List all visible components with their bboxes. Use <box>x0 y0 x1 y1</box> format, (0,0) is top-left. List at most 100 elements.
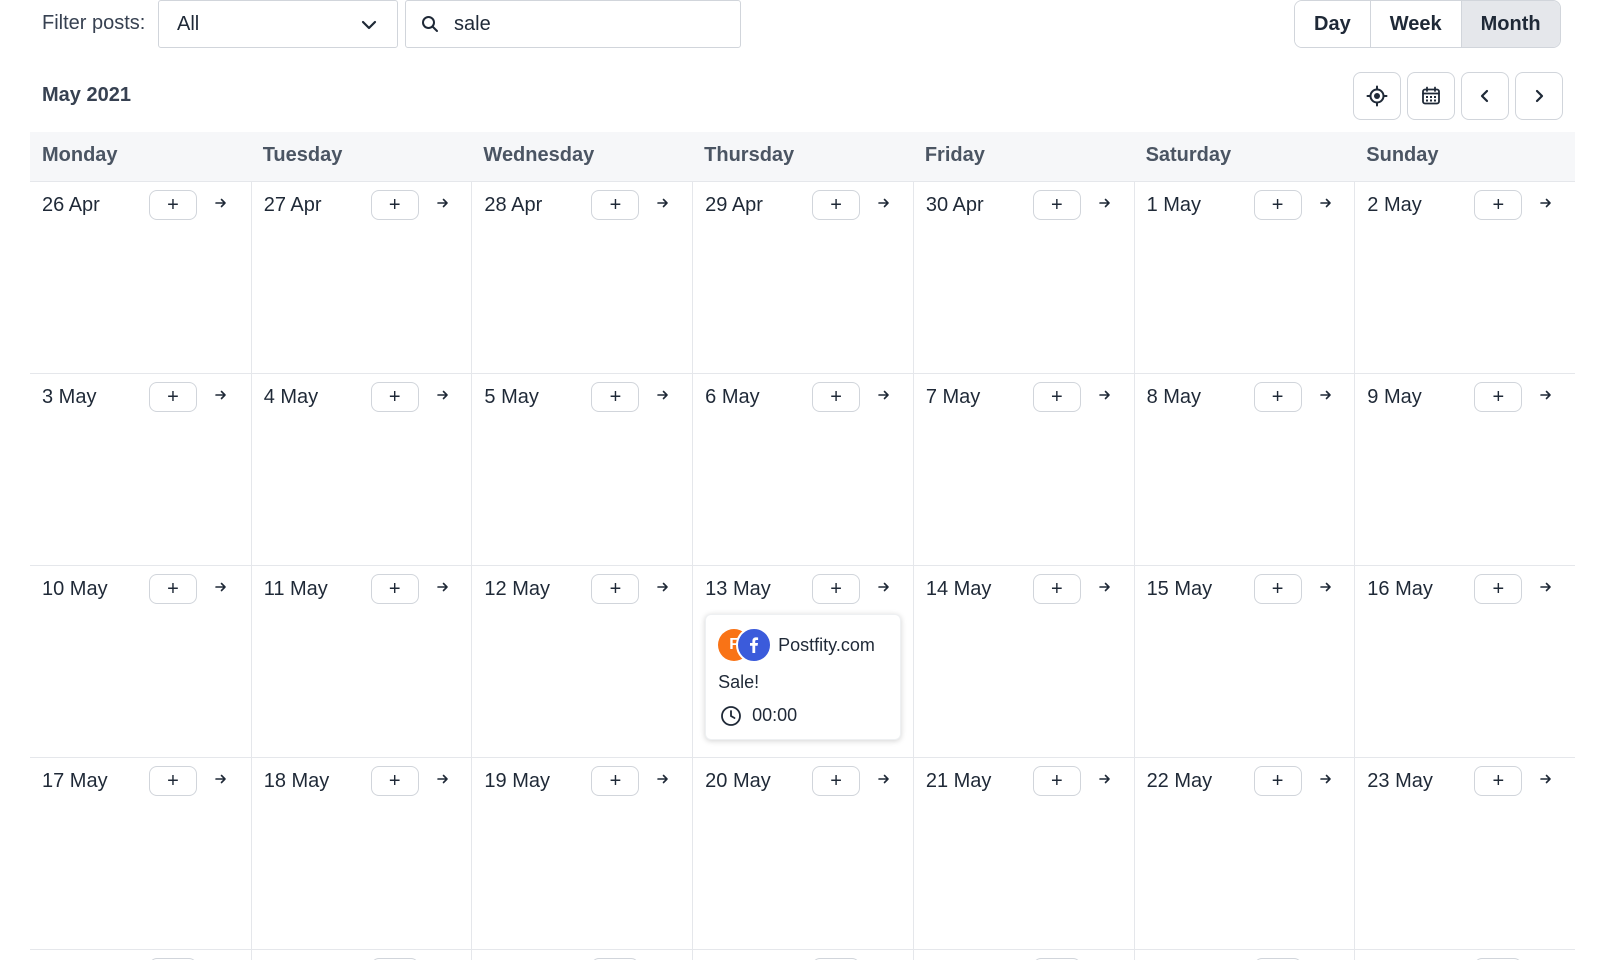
add-post-button[interactable]: + <box>1032 190 1081 220</box>
add-post-button[interactable]: + <box>1032 574 1081 604</box>
day-number: 23 May <box>1367 770 1433 792</box>
post-card[interactable]: F Postfity.com Sale! 00:00 <box>705 614 902 740</box>
day-cell: 12 May + <box>471 566 692 757</box>
search-value: sale <box>454 13 491 35</box>
weekday-label: Sunday <box>1366 144 1439 166</box>
view-week-button[interactable]: Week <box>1370 1 1462 47</box>
arrow-right-icon[interactable] <box>874 193 894 213</box>
day-cell <box>30 950 251 960</box>
day-number: 2 May <box>1367 194 1422 216</box>
date-picker-button[interactable] <box>1407 72 1455 120</box>
add-post-button[interactable]: + <box>1032 382 1081 412</box>
day-cell: 19 May + <box>471 758 692 949</box>
day-cell: 8 May + <box>1133 374 1355 565</box>
add-post-button[interactable]: + <box>149 766 197 796</box>
month-calendar: Monday Tuesday Wednesday Thursday Friday… <box>30 132 1575 960</box>
arrow-right-icon[interactable] <box>433 577 453 597</box>
day-number: 26 Apr <box>42 194 100 216</box>
arrow-right-icon[interactable] <box>874 385 894 405</box>
calendar-week: 3 May +4 May +5 May +6 May +7 May +8 May +9 Ma… <box>30 374 1575 566</box>
add-post-button[interactable]: + <box>812 382 861 412</box>
arrow-right-icon[interactable] <box>1536 385 1556 405</box>
arrow-right-icon[interactable] <box>1316 385 1336 405</box>
arrow-right-icon[interactable] <box>1536 577 1556 597</box>
add-post-button[interactable]: + <box>1474 382 1523 412</box>
filter-select[interactable]: All <box>158 0 398 48</box>
arrow-right-icon[interactable] <box>1316 577 1336 597</box>
arrow-right-icon[interactable] <box>653 193 673 213</box>
day-cell: 30 Apr + <box>912 182 1134 373</box>
day-number: 9 May <box>1367 386 1422 408</box>
post-avatars: F <box>718 627 774 663</box>
arrow-right-icon[interactable] <box>1316 193 1336 213</box>
arrow-right-icon[interactable] <box>433 193 453 213</box>
day-cell: 16 May + <box>1354 566 1575 757</box>
day-cell: 7 May + <box>912 374 1134 565</box>
day-cell: 11 May + <box>250 566 472 757</box>
add-post-button[interactable]: + <box>370 382 419 412</box>
arrow-right-icon[interactable] <box>433 385 453 405</box>
arrow-right-icon[interactable] <box>874 769 894 789</box>
previous-month-button[interactable] <box>1461 72 1509 120</box>
add-post-button[interactable]: + <box>812 766 861 796</box>
next-month-button[interactable] <box>1515 72 1563 120</box>
view-month-button[interactable]: Month <box>1461 1 1560 47</box>
day-cell: 27 Apr + <box>250 182 472 373</box>
add-post-button[interactable]: + <box>1474 766 1523 796</box>
add-post-button[interactable]: + <box>812 190 861 220</box>
arrow-right-icon[interactable] <box>1536 193 1556 213</box>
day-number: 15 May <box>1146 578 1213 600</box>
arrow-right-icon[interactable] <box>1095 769 1115 789</box>
add-post-button[interactable]: + <box>1253 766 1302 796</box>
add-post-button[interactable]: + <box>591 766 640 796</box>
chevron-left-icon <box>1480 89 1489 103</box>
arrow-right-icon[interactable] <box>1536 769 1556 789</box>
arrow-right-icon[interactable] <box>1095 193 1115 213</box>
day-cell: 21 May + <box>912 758 1134 949</box>
arrow-right-icon[interactable] <box>874 577 894 597</box>
add-post-button[interactable]: + <box>1474 574 1523 604</box>
day-number: 6 May <box>705 386 760 408</box>
arrow-right-icon[interactable] <box>653 769 673 789</box>
add-post-button[interactable]: + <box>591 190 640 220</box>
arrow-right-icon[interactable] <box>211 385 231 405</box>
add-post-button[interactable]: + <box>370 766 419 796</box>
add-post-button[interactable]: + <box>812 574 861 604</box>
day-cell: 1 May + <box>1133 182 1355 373</box>
view-toggle: Day Week Month <box>1294 0 1561 48</box>
arrow-right-icon[interactable] <box>211 193 231 213</box>
facebook-icon <box>736 627 773 663</box>
day-number: 29 Apr <box>705 194 763 216</box>
add-post-button[interactable]: + <box>149 190 197 220</box>
add-post-button[interactable]: + <box>1253 574 1302 604</box>
arrow-right-icon[interactable] <box>1316 769 1336 789</box>
add-post-button[interactable]: + <box>149 574 197 604</box>
add-post-button[interactable]: + <box>370 190 419 220</box>
add-post-button[interactable]: + <box>370 574 419 604</box>
add-post-button[interactable]: + <box>591 382 640 412</box>
search-input[interactable]: sale <box>405 0 741 48</box>
view-day-button[interactable]: Day <box>1295 1 1371 47</box>
day-cell: 14 May + <box>912 566 1134 757</box>
add-post-button[interactable]: + <box>1032 766 1081 796</box>
filter-select-value: All <box>177 13 200 35</box>
add-post-button[interactable]: + <box>1253 190 1302 220</box>
post-time: 00:00 <box>752 705 798 725</box>
day-number: 19 May <box>484 770 551 792</box>
today-button[interactable] <box>1353 72 1401 120</box>
arrow-right-icon[interactable] <box>211 769 231 789</box>
add-post-button[interactable]: + <box>1474 190 1523 220</box>
weekday-label: Wednesday <box>483 144 595 166</box>
arrow-right-icon[interactable] <box>433 769 453 789</box>
arrow-right-icon[interactable] <box>211 577 231 597</box>
day-number: 7 May <box>925 386 981 408</box>
arrow-right-icon[interactable] <box>653 577 673 597</box>
arrow-right-icon[interactable] <box>1095 577 1115 597</box>
add-post-button[interactable]: + <box>149 382 197 412</box>
day-number: 17 May <box>42 770 108 792</box>
day-cell <box>471 950 692 960</box>
add-post-button[interactable]: + <box>591 574 640 604</box>
arrow-right-icon[interactable] <box>653 385 673 405</box>
arrow-right-icon[interactable] <box>1095 385 1115 405</box>
add-post-button[interactable]: + <box>1253 382 1302 412</box>
